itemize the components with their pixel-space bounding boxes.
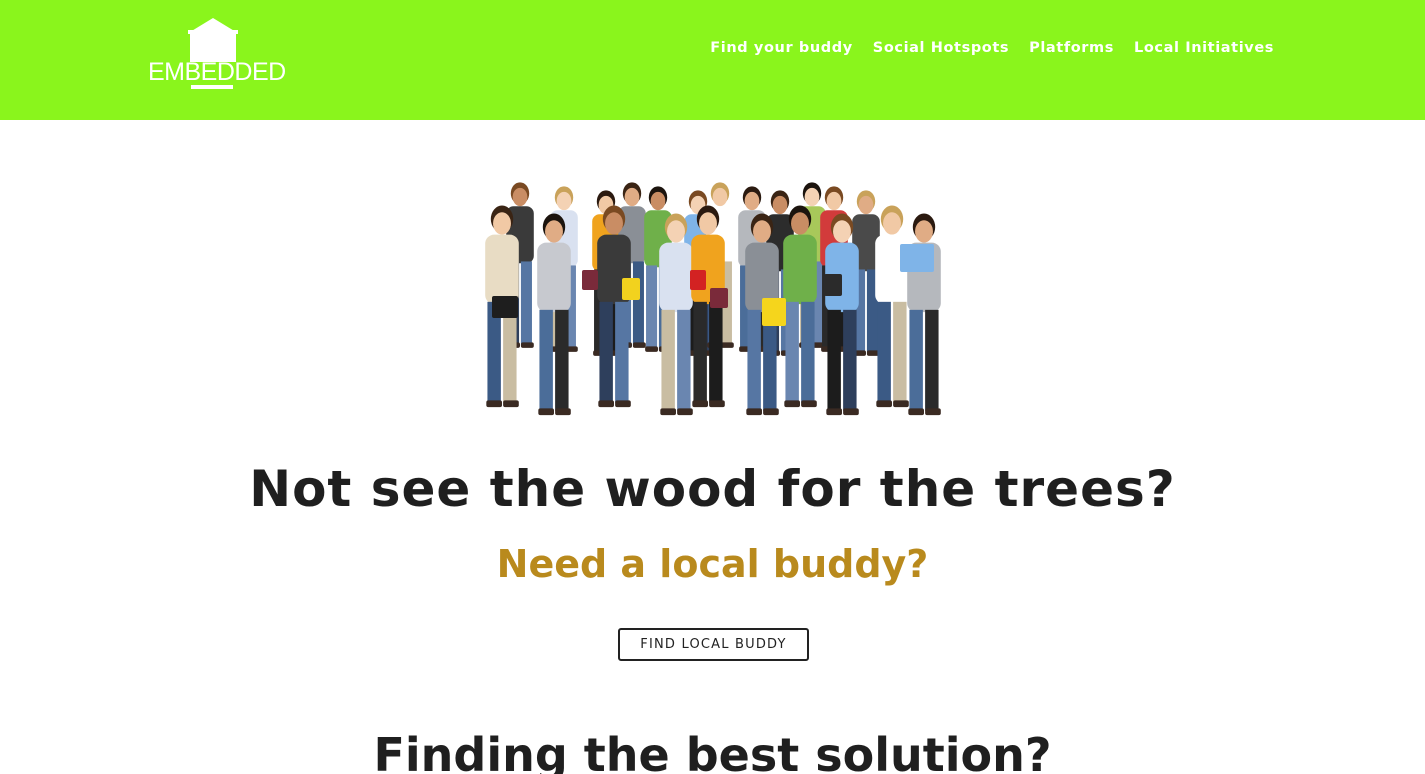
accessory-4 xyxy=(710,288,728,308)
site-header: EMBEDDED Find your buddy Social Hotspots… xyxy=(0,0,1425,120)
accessory-7 xyxy=(900,244,934,272)
nav-item-local-initiatives[interactable]: Local Initiatives xyxy=(1134,40,1274,56)
group-of-students-image xyxy=(485,182,941,416)
accessory-3 xyxy=(690,270,706,290)
logo-underline xyxy=(191,85,233,89)
house-icon xyxy=(188,18,238,62)
person-figure-front-8 xyxy=(875,205,909,408)
accessory-1 xyxy=(582,270,598,290)
hero-subheadline: Need a local buddy? xyxy=(496,542,929,586)
accessory-5 xyxy=(762,298,786,326)
accessory-6 xyxy=(824,274,842,296)
nav-item-social-hotspots[interactable]: Social Hotspots xyxy=(873,40,1009,56)
accessory-0 xyxy=(492,296,518,318)
site-logo[interactable]: EMBEDDED xyxy=(148,18,290,92)
find-local-buddy-button[interactable]: FIND LOCAL BUDDY xyxy=(618,628,809,661)
nav-item-find-your-buddy[interactable]: Find your buddy xyxy=(710,40,852,56)
main-nav: Find your buddy Social Hotspots Platform… xyxy=(710,40,1274,56)
section-headline: Finding the best solution? xyxy=(373,728,1052,774)
person-figure-front-6 xyxy=(783,205,817,408)
nav-item-platforms[interactable]: Platforms xyxy=(1029,40,1114,56)
logo-text: EMBEDDED xyxy=(148,58,286,86)
accessory-2 xyxy=(622,278,640,300)
person-figure-front-3 xyxy=(659,213,693,416)
person-figure-front-9 xyxy=(907,213,941,416)
hero-headline: Not see the wood for the trees? xyxy=(249,460,1176,518)
